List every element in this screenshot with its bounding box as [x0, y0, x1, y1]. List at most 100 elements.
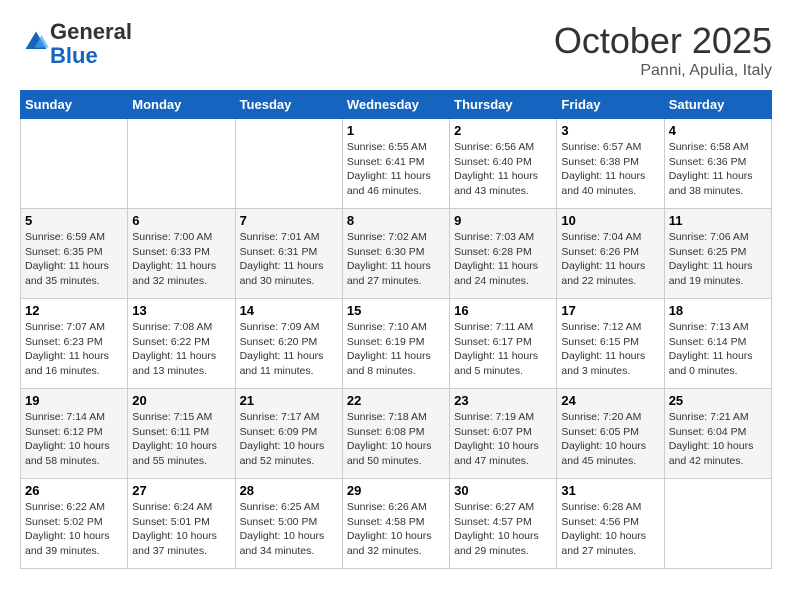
day-number: 2: [454, 123, 552, 138]
day-number: 29: [347, 483, 445, 498]
day-number: 10: [561, 213, 659, 228]
day-cell: [128, 119, 235, 209]
day-number: 22: [347, 393, 445, 408]
day-number: 31: [561, 483, 659, 498]
day-number: 24: [561, 393, 659, 408]
logo-text: General Blue: [50, 20, 132, 68]
day-info: Sunrise: 7:11 AM Sunset: 6:17 PM Dayligh…: [454, 320, 552, 379]
day-number: 9: [454, 213, 552, 228]
day-cell: 3 Sunrise: 6:57 AM Sunset: 6:38 PM Daylig…: [557, 119, 664, 209]
day-number: 28: [240, 483, 338, 498]
day-number: 4: [669, 123, 767, 138]
day-cell: 9 Sunrise: 7:03 AM Sunset: 6:28 PM Daylig…: [450, 209, 557, 299]
day-info: Sunrise: 6:55 AM Sunset: 6:41 PM Dayligh…: [347, 140, 445, 199]
day-number: 18: [669, 303, 767, 318]
day-info: Sunrise: 7:13 AM Sunset: 6:14 PM Dayligh…: [669, 320, 767, 379]
day-cell: 14 Sunrise: 7:09 AM Sunset: 6:20 PM Dayli…: [235, 299, 342, 389]
day-number: 5: [25, 213, 123, 228]
day-info: Sunrise: 7:02 AM Sunset: 6:30 PM Dayligh…: [347, 230, 445, 289]
title-area: October 2025 Panni, Apulia, Italy: [554, 20, 772, 80]
day-cell: 25Sunrise: 7:21 AM Sunset: 6:04 PM Dayli…: [664, 389, 771, 479]
page-header: General Blue October 2025 Panni, Apulia,…: [20, 20, 772, 80]
day-info: Sunrise: 7:18 AM Sunset: 6:08 PM Dayligh…: [347, 410, 445, 469]
day-number: 27: [132, 483, 230, 498]
day-info: Sunrise: 7:08 AM Sunset: 6:22 PM Dayligh…: [132, 320, 230, 379]
day-number: 14: [240, 303, 338, 318]
day-number: 23: [454, 393, 552, 408]
day-info: Sunrise: 7:15 AM Sunset: 6:11 PM Dayligh…: [132, 410, 230, 469]
day-cell: 24 Sunrise: 7:20 AM Sunset: 6:05 PM Dayli…: [557, 389, 664, 479]
week-row-5: 26 Sunrise: 6:22 AM Sunset: 5:02 PM Dayli…: [21, 479, 772, 569]
day-cell: 20 Sunrise: 7:15 AM Sunset: 6:11 PM Dayli…: [128, 389, 235, 479]
day-header-saturday: Saturday: [664, 91, 771, 119]
day-info: Sunrise: 6:57 AM Sunset: 6:38 PM Dayligh…: [561, 140, 659, 199]
day-number: 21: [240, 393, 338, 408]
day-cell: 30Sunrise: 6:27 AM Sunset: 4:57 PM Dayli…: [450, 479, 557, 569]
month-title: October 2025: [554, 20, 772, 62]
calendar-table: SundayMondayTuesdayWednesdayThursdayFrid…: [20, 90, 772, 569]
day-cell: [235, 119, 342, 209]
logo-icon: [22, 28, 50, 56]
day-cell: 7 Sunrise: 7:01 AM Sunset: 6:31 PM Daylig…: [235, 209, 342, 299]
day-number: 16: [454, 303, 552, 318]
location-subtitle: Panni, Apulia, Italy: [554, 62, 772, 80]
day-info: Sunrise: 7:03 AM Sunset: 6:28 PM Dayligh…: [454, 230, 552, 289]
day-cell: 19Sunrise: 7:14 AM Sunset: 6:12 PM Dayli…: [21, 389, 128, 479]
day-info: Sunrise: 6:22 AM Sunset: 5:02 PM Dayligh…: [25, 500, 123, 559]
day-info: Sunrise: 7:20 AM Sunset: 6:05 PM Dayligh…: [561, 410, 659, 469]
week-row-2: 5Sunrise: 6:59 AM Sunset: 6:35 PM Daylig…: [21, 209, 772, 299]
day-cell: 13 Sunrise: 7:08 AM Sunset: 6:22 PM Dayli…: [128, 299, 235, 389]
day-headers-row: SundayMondayTuesdayWednesdayThursdayFrid…: [21, 91, 772, 119]
day-info: Sunrise: 6:28 AM Sunset: 4:56 PM Dayligh…: [561, 500, 659, 559]
day-info: Sunrise: 7:06 AM Sunset: 6:25 PM Dayligh…: [669, 230, 767, 289]
day-info: Sunrise: 7:04 AM Sunset: 6:26 PM Dayligh…: [561, 230, 659, 289]
day-number: 11: [669, 213, 767, 228]
day-cell: 2 Sunrise: 6:56 AM Sunset: 6:40 PM Daylig…: [450, 119, 557, 209]
day-cell: 23 Sunrise: 7:19 AM Sunset: 6:07 PM Dayli…: [450, 389, 557, 479]
day-info: Sunrise: 6:26 AM Sunset: 4:58 PM Dayligh…: [347, 500, 445, 559]
day-cell: 10 Sunrise: 7:04 AM Sunset: 6:26 PM Dayli…: [557, 209, 664, 299]
day-cell: 26 Sunrise: 6:22 AM Sunset: 5:02 PM Dayli…: [21, 479, 128, 569]
day-info: Sunrise: 6:56 AM Sunset: 6:40 PM Dayligh…: [454, 140, 552, 199]
logo-general: General: [50, 19, 132, 44]
logo: General Blue: [20, 20, 132, 68]
day-number: 6: [132, 213, 230, 228]
day-cell: 21 Sunrise: 7:17 AM Sunset: 6:09 PM Dayli…: [235, 389, 342, 479]
day-number: 20: [132, 393, 230, 408]
day-header-tuesday: Tuesday: [235, 91, 342, 119]
day-cell: 22 Sunrise: 7:18 AM Sunset: 6:08 PM Dayli…: [342, 389, 449, 479]
day-cell: 6Sunrise: 7:00 AM Sunset: 6:33 PM Daylig…: [128, 209, 235, 299]
day-info: Sunrise: 7:19 AM Sunset: 6:07 PM Dayligh…: [454, 410, 552, 469]
day-info: Sunrise: 6:24 AM Sunset: 5:01 PM Dayligh…: [132, 500, 230, 559]
day-header-friday: Friday: [557, 91, 664, 119]
day-cell: 17 Sunrise: 7:12 AM Sunset: 6:15 PM Dayli…: [557, 299, 664, 389]
day-info: Sunrise: 6:58 AM Sunset: 6:36 PM Dayligh…: [669, 140, 767, 199]
day-info: Sunrise: 7:17 AM Sunset: 6:09 PM Dayligh…: [240, 410, 338, 469]
day-number: 7: [240, 213, 338, 228]
day-info: Sunrise: 7:07 AM Sunset: 6:23 PM Dayligh…: [25, 320, 123, 379]
day-number: 13: [132, 303, 230, 318]
week-row-4: 19Sunrise: 7:14 AM Sunset: 6:12 PM Dayli…: [21, 389, 772, 479]
day-number: 26: [25, 483, 123, 498]
day-number: 30: [454, 483, 552, 498]
day-cell: 18 Sunrise: 7:13 AM Sunset: 6:14 PM Dayli…: [664, 299, 771, 389]
day-cell: 5Sunrise: 6:59 AM Sunset: 6:35 PM Daylig…: [21, 209, 128, 299]
day-cell: 31 Sunrise: 6:28 AM Sunset: 4:56 PM Dayli…: [557, 479, 664, 569]
day-cell: 1Sunrise: 6:55 AM Sunset: 6:41 PM Daylig…: [342, 119, 449, 209]
day-info: Sunrise: 7:14 AM Sunset: 6:12 PM Dayligh…: [25, 410, 123, 469]
day-info: Sunrise: 6:25 AM Sunset: 5:00 PM Dayligh…: [240, 500, 338, 559]
day-header-monday: Monday: [128, 91, 235, 119]
day-info: Sunrise: 7:12 AM Sunset: 6:15 PM Dayligh…: [561, 320, 659, 379]
day-header-wednesday: Wednesday: [342, 91, 449, 119]
day-cell: 27 Sunrise: 6:24 AM Sunset: 5:01 PM Dayli…: [128, 479, 235, 569]
day-cell: 29 Sunrise: 6:26 AM Sunset: 4:58 PM Dayli…: [342, 479, 449, 569]
day-cell: 16 Sunrise: 7:11 AM Sunset: 6:17 PM Dayli…: [450, 299, 557, 389]
day-number: 17: [561, 303, 659, 318]
day-info: Sunrise: 7:01 AM Sunset: 6:31 PM Dayligh…: [240, 230, 338, 289]
logo-blue: Blue: [50, 43, 98, 68]
day-cell: 15Sunrise: 7:10 AM Sunset: 6:19 PM Dayli…: [342, 299, 449, 389]
day-number: 8: [347, 213, 445, 228]
day-cell: [21, 119, 128, 209]
day-info: Sunrise: 7:09 AM Sunset: 6:20 PM Dayligh…: [240, 320, 338, 379]
day-number: 3: [561, 123, 659, 138]
